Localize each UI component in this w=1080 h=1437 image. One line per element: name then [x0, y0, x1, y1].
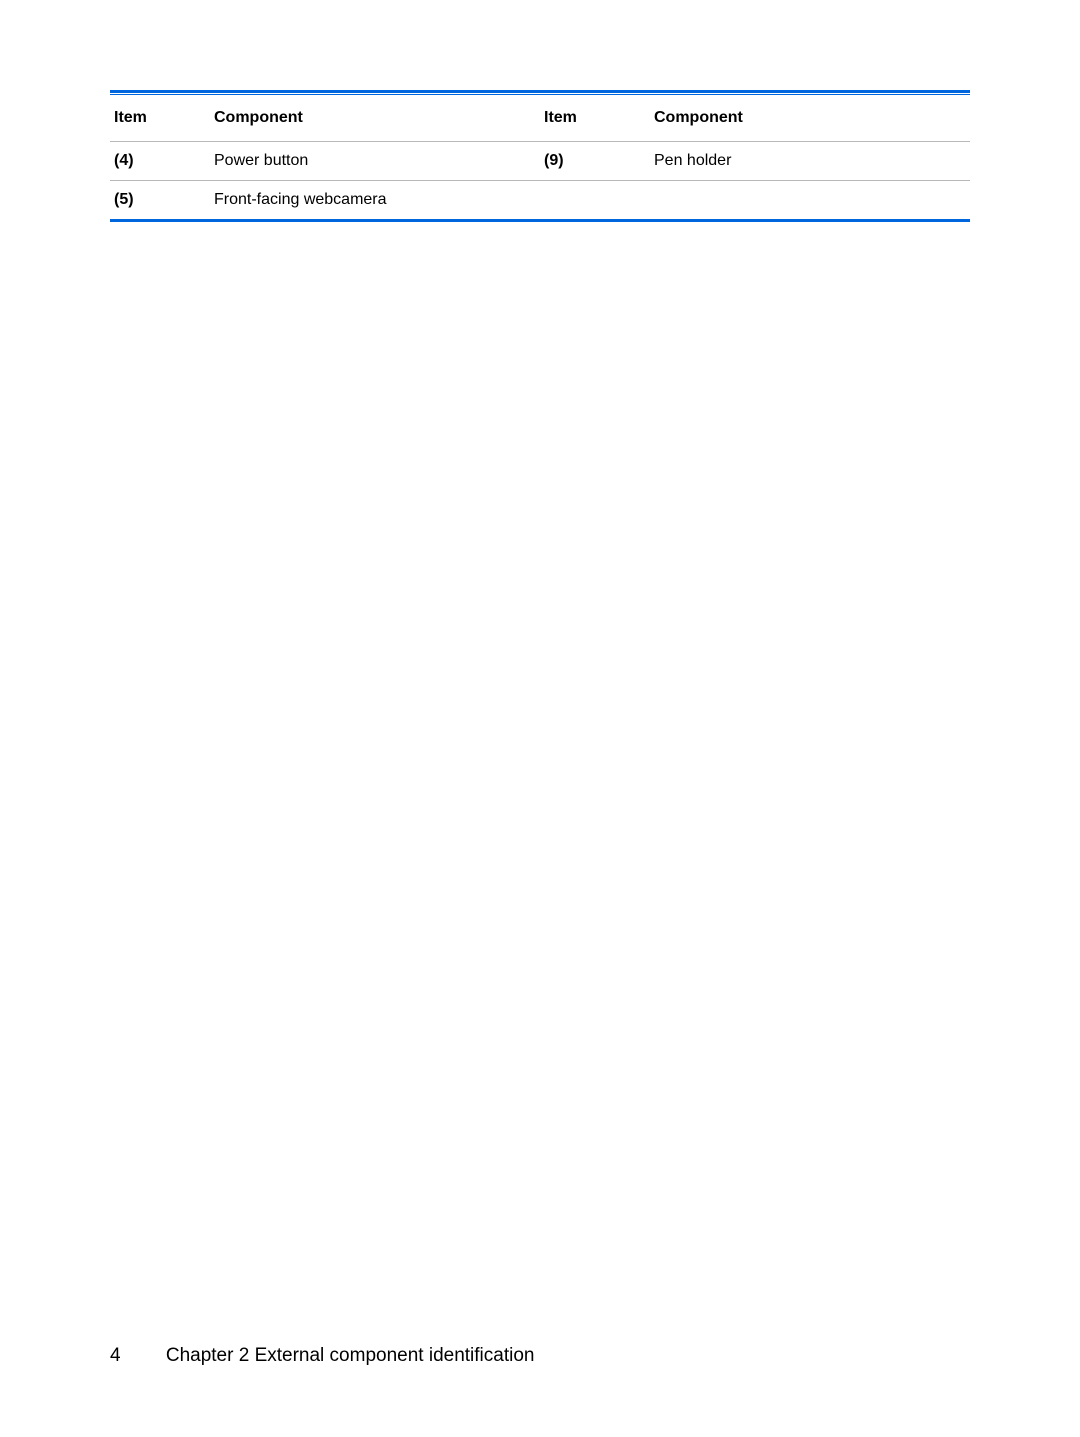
table-bottom-rule: [110, 219, 970, 222]
cell-item: (5): [110, 181, 210, 219]
components-table-body: (4) Power button (9) Pen holder: [110, 142, 970, 180]
table-header: Item Component Item Component: [110, 95, 970, 141]
header-item-2: Item: [540, 95, 650, 141]
table-row: (5) Front-facing webcamera: [110, 181, 970, 219]
page-number: 4: [110, 1345, 121, 1367]
header-component-2: Component: [650, 95, 970, 141]
header-component-1: Component: [210, 95, 540, 141]
table-top-rule-thick: [110, 90, 970, 93]
components-table: Item Component Item Component: [110, 95, 970, 141]
cell-item: [540, 181, 650, 219]
table-header-row: Item Component Item Component: [110, 95, 970, 141]
chapter-title: Chapter 2 External component identificat…: [166, 1345, 535, 1367]
header-item-1: Item: [110, 95, 210, 141]
table-row: (4) Power button (9) Pen holder: [110, 142, 970, 180]
document-page: Item Component Item Component (4) Power …: [0, 0, 1080, 1437]
page-footer: 4 Chapter 2 External component identific…: [110, 1345, 970, 1367]
cell-component: Power button: [210, 142, 540, 180]
cell-component: Front-facing webcamera: [210, 181, 540, 219]
cell-component: [650, 181, 970, 219]
cell-component: Pen holder: [650, 142, 970, 180]
components-table-container: Item Component Item Component (4) Power …: [110, 90, 970, 222]
cell-item: (4): [110, 142, 210, 180]
components-table-body2: (5) Front-facing webcamera: [110, 181, 970, 219]
cell-item: (9): [540, 142, 650, 180]
